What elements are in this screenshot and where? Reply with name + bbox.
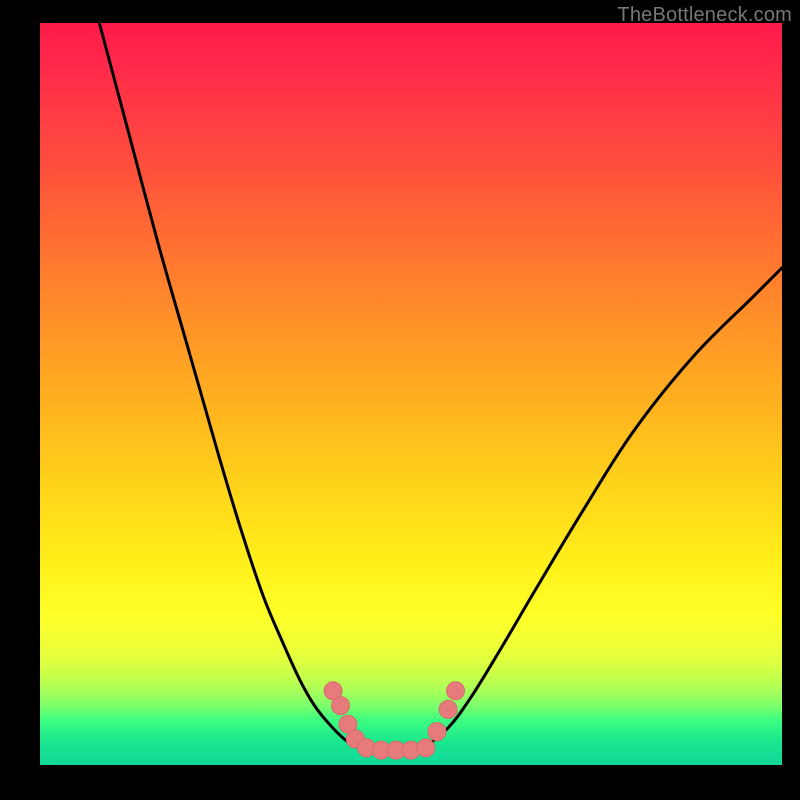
data-marker (332, 697, 350, 715)
data-marker (417, 739, 435, 757)
plot-area (40, 23, 782, 765)
curve-path (99, 23, 782, 750)
data-marker (428, 723, 446, 741)
bottleneck-curve (40, 23, 782, 765)
watermark-text: TheBottleneck.com (617, 4, 792, 27)
data-marker (439, 700, 457, 718)
chart-frame: TheBottleneck.com (0, 0, 800, 800)
data-marker (447, 682, 465, 700)
